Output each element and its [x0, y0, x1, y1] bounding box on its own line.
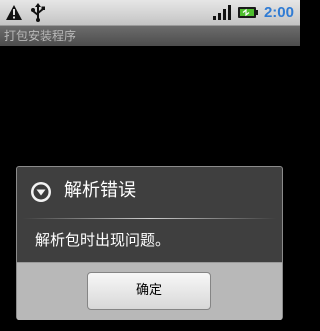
dialog-title: 解析错误 [64, 180, 136, 201]
status-clock: 2:00 [263, 4, 294, 21]
status-bar: 2:00 [0, 0, 300, 26]
alert-circle-icon [31, 182, 51, 202]
title-bar: 打包安装程序 [0, 26, 300, 46]
dialog-divider [23, 218, 276, 219]
screen: 2:00 打包安装程序 解析错误 解析包时出现问题。 确定 [0, 0, 300, 331]
signal-icon [213, 5, 231, 20]
dialog-message: 解析包时出现问题。 [35, 231, 171, 249]
warning-icon [6, 5, 22, 20]
ok-button[interactable]: 确定 [87, 272, 211, 310]
window-title: 打包安装程序 [4, 29, 77, 43]
dialog-header: 解析错误 [17, 167, 282, 217]
dialog-footer: 确定 [17, 262, 282, 320]
error-dialog: 解析错误 解析包时出现问题。 确定 [16, 166, 283, 320]
battery-icon [238, 7, 258, 18]
usb-icon [31, 3, 45, 22]
